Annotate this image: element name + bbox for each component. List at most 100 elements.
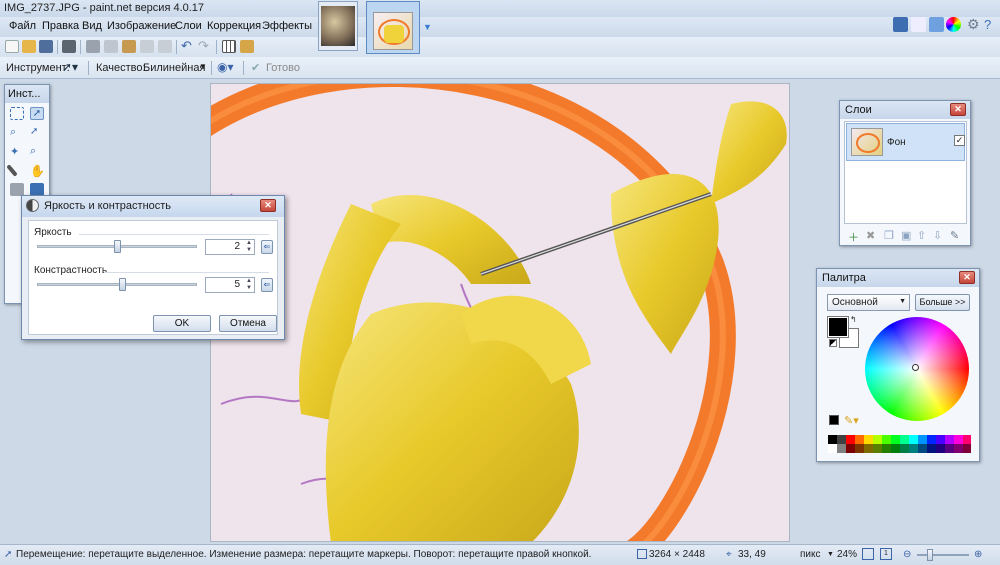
- save-icon[interactable]: [39, 40, 53, 53]
- crop-icon[interactable]: [140, 40, 154, 53]
- color-swatch-black[interactable]: [829, 415, 839, 425]
- done-button[interactable]: Готово: [266, 62, 300, 74]
- zoom-in-icon[interactable]: ⊕: [974, 549, 982, 560]
- blend-mode-icon[interactable]: ◉▾: [217, 60, 234, 74]
- cursor-icon: ⌖: [726, 549, 732, 560]
- layer-row[interactable]: Фон ✓: [846, 123, 965, 161]
- thumbnail-scroll-icon[interactable]: ▼: [423, 22, 432, 32]
- menu-adjustments[interactable]: Коррекция: [207, 20, 261, 32]
- move-selected-icon[interactable]: ➚: [30, 107, 44, 120]
- rectangle-select-icon[interactable]: [10, 107, 24, 120]
- close-icon[interactable]: ✕: [959, 271, 975, 284]
- paste-icon[interactable]: [122, 40, 136, 53]
- ruler-icon[interactable]: [240, 40, 254, 53]
- move-layer-down-icon[interactable]: ⇩: [933, 229, 942, 242]
- menu-effects[interactable]: Эффекты: [262, 20, 312, 32]
- menu-view[interactable]: Вид: [82, 20, 102, 32]
- zoom-out-icon[interactable]: ⊖: [903, 549, 911, 560]
- chevron-down-icon[interactable]: ▼: [199, 62, 207, 71]
- move-selection-icon[interactable]: ➚▾: [62, 60, 78, 74]
- contrast-reset-icon[interactable]: ⇐: [261, 278, 273, 292]
- palette-panel-header: Палитра ✕: [817, 269, 979, 287]
- check-icon: ✔: [251, 62, 261, 74]
- fit-window-icon[interactable]: [862, 548, 874, 560]
- move-layer-up-icon[interactable]: ⇧: [917, 229, 926, 242]
- actual-size-icon[interactable]: 1: [880, 548, 892, 560]
- gear-icon[interactable]: ⚙: [967, 16, 980, 33]
- palette-panel: Палитра ✕ Основной ▼ Больше >> ↰ ✎▾: [816, 268, 980, 462]
- brightness-contrast-dialog: Яркость и контрастность ✕ Яркость 2 ▲ ▼ ⇐…: [21, 195, 285, 340]
- history-window-icon[interactable]: [911, 17, 926, 32]
- zoom-level: 24%: [837, 549, 858, 560]
- layers-panel: Слои ✕ Фон ✓ ＋ ✖ ❐ ▣ ⇧ ⇩ ✎: [839, 100, 971, 246]
- copy-icon[interactable]: [104, 40, 118, 53]
- tool-label: Инструмент:: [6, 62, 70, 74]
- zoom-slider-knob[interactable]: [927, 549, 933, 561]
- palette-colors[interactable]: [828, 435, 971, 453]
- color-wheel[interactable]: [865, 317, 969, 421]
- image-thumbnail-1[interactable]: [318, 1, 358, 51]
- brush-icon[interactable]: [6, 164, 18, 177]
- open-icon[interactable]: [22, 40, 36, 53]
- quality-label: Качество:: [96, 62, 146, 74]
- brightness-reset-icon[interactable]: ⇐: [261, 240, 273, 254]
- quality-select[interactable]: Билинейная: [143, 62, 205, 74]
- layer-properties-icon[interactable]: ✎: [950, 229, 959, 242]
- magic-wand-icon[interactable]: ✦: [10, 145, 24, 158]
- color-mode-select[interactable]: Основной ▼: [827, 294, 910, 311]
- swap-colors-icon[interactable]: ↰: [850, 315, 857, 324]
- contrast-slider-knob[interactable]: [118, 278, 126, 291]
- add-layer-icon[interactable]: ＋: [848, 229, 859, 245]
- pan-icon[interactable]: ✋: [30, 164, 45, 178]
- print-icon[interactable]: [62, 40, 76, 53]
- more-button[interactable]: Больше >>: [915, 294, 970, 311]
- layers-list: Фон ✓: [844, 121, 967, 224]
- tools-panel-header: Инст...: [5, 85, 49, 103]
- grid-icon[interactable]: [222, 40, 236, 53]
- zoom-icon[interactable]: ⌕: [10, 126, 24, 139]
- redo-icon[interactable]: ↷: [198, 39, 212, 53]
- image-thumbnail-2[interactable]: [366, 1, 420, 54]
- main-toolbar: ↶ ↷: [0, 37, 1000, 57]
- brightness-spin-icon[interactable]: ▲ ▼: [244, 240, 254, 254]
- reset-colors-icon[interactable]: [829, 339, 837, 347]
- ok-button[interactable]: OK: [153, 315, 211, 332]
- chevron-down-icon: ▼: [899, 298, 906, 305]
- undo-icon[interactable]: ↶: [181, 39, 195, 53]
- move-selection-tool-icon[interactable]: ➚: [30, 126, 44, 139]
- cursor-position: 33, 49: [738, 549, 766, 560]
- duplicate-layer-icon[interactable]: ❐: [884, 229, 894, 242]
- layers-window-icon[interactable]: [929, 17, 944, 32]
- color-picker-icon[interactable]: ✎▾: [844, 414, 859, 427]
- cancel-button[interactable]: Отмена: [219, 315, 277, 332]
- contrast-slider-track[interactable]: [37, 283, 197, 286]
- menu-image[interactable]: Изображение: [107, 20, 176, 32]
- palette-window-icon[interactable]: [946, 17, 961, 32]
- cut-icon[interactable]: [86, 40, 100, 53]
- dialog-body: Яркость 2 ▲ ▼ ⇐ Констрастность 5 ▲ ▼ ⇐ OK …: [28, 220, 278, 335]
- chevron-down-icon[interactable]: ▼: [827, 551, 834, 558]
- primary-color-swatch[interactable]: [827, 316, 849, 338]
- brightness-icon: [26, 199, 39, 212]
- close-icon[interactable]: ✕: [260, 199, 276, 212]
- brightness-slider-knob[interactable]: [114, 240, 121, 253]
- menu-edit[interactable]: Правка: [42, 20, 79, 32]
- zoom-slider-track[interactable]: [917, 554, 969, 556]
- status-hint: Перемещение: перетащите выделенное. Изме…: [16, 549, 592, 560]
- delete-layer-icon[interactable]: ✖: [866, 229, 875, 242]
- image-canvas[interactable]: [210, 83, 790, 542]
- color-wheel-cursor[interactable]: [912, 364, 919, 371]
- deselect-icon[interactable]: [158, 40, 172, 53]
- unit-select[interactable]: пикс: [800, 549, 821, 560]
- tools-window-icon[interactable]: [893, 17, 908, 32]
- menu-file[interactable]: Файл: [9, 20, 36, 32]
- menu-layers[interactable]: Слои: [175, 20, 202, 32]
- help-icon[interactable]: ?: [984, 17, 991, 32]
- close-icon[interactable]: ✕: [950, 103, 966, 116]
- contrast-spin-icon[interactable]: ▲ ▼: [244, 278, 254, 292]
- zoom-tool-icon[interactable]: ⌕: [30, 145, 44, 158]
- tool-options-bar: Инструмент: ➚▾ Качество: Билинейная ▼ ◉▾…: [0, 57, 1000, 79]
- layer-visibility-checkbox[interactable]: ✓: [954, 135, 965, 146]
- palette-panel-title: Палитра: [822, 272, 866, 284]
- merge-layer-icon[interactable]: ▣: [901, 229, 911, 242]
